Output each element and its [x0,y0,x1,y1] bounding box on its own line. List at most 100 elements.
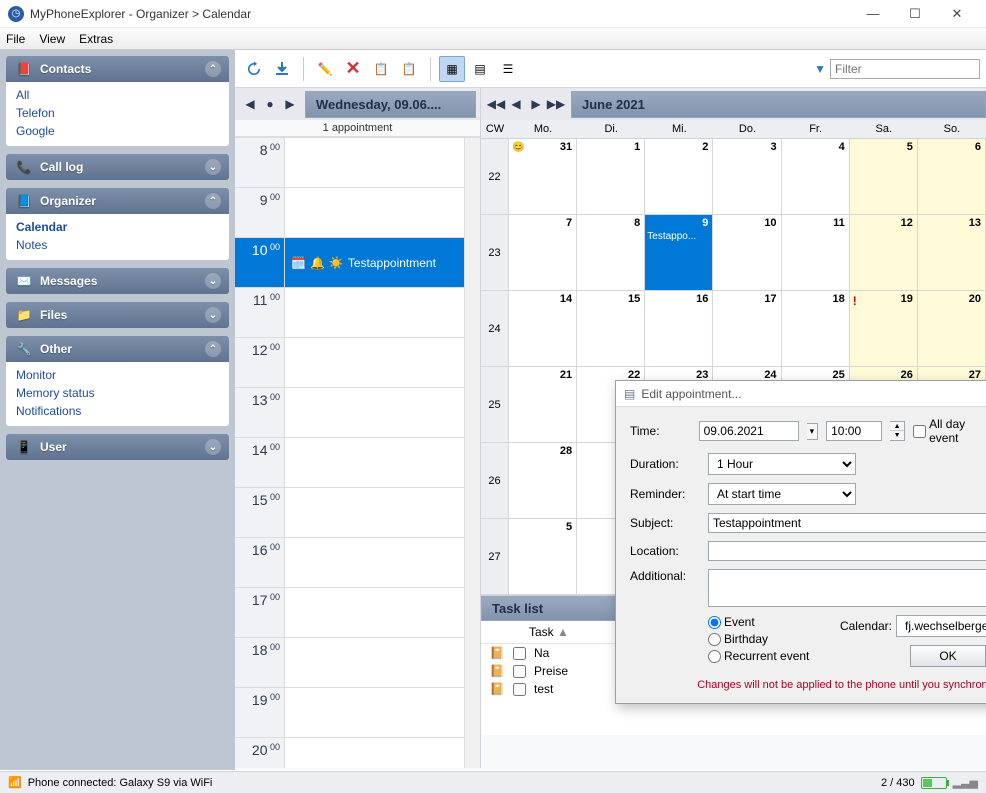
new-task-button[interactable]: 📋 [396,56,422,82]
sidebar-item-telefon[interactable]: Telefon [16,104,219,122]
messages-icon: ✉️ [14,272,34,290]
month-day[interactable]: 9Testappo... [645,215,713,291]
day-view-button[interactable]: ▦ [439,56,465,82]
time-input[interactable] [826,421,882,441]
month-day[interactable]: 18 [782,291,850,367]
last-month-button[interactable]: ▶▶ [547,95,565,113]
radio-birthday[interactable]: Birthday [708,632,809,646]
chevron-down-icon: ⌄ [205,307,221,323]
radio-recurrent[interactable]: Recurrent event [708,649,809,663]
sync-warning: Changes will not be applied to the phone… [630,675,986,697]
duration-select[interactable]: 1 Hour [708,453,856,475]
month-day[interactable]: 5 [509,519,577,595]
day-appointment[interactable]: 🗓️🔔☀️ Testappointment [285,238,480,287]
reminder-select[interactable]: At start time [708,483,856,505]
date-input[interactable] [699,421,799,441]
signal-icon: ▂▃▅ [953,776,978,789]
allday-checkbox[interactable]: All day event [913,417,986,445]
prev-month-button[interactable]: ◀ [507,95,525,113]
sidebar-files-header[interactable]: 📁Files⌄ [6,302,229,328]
battery-icon [921,777,947,789]
app-icon: ◷ [8,6,24,22]
day-title: Wednesday, 09.06.... [305,91,476,118]
prev-day-button[interactable]: ◀ [241,95,259,113]
subject-input[interactable] [708,513,986,533]
menu-file[interactable]: File [6,32,25,46]
month-day[interactable]: 19! [850,291,918,367]
maximize-button[interactable]: ☐ [894,1,936,27]
organizer-icon: 📘 [14,192,34,210]
month-day[interactable]: 16 [645,291,713,367]
next-month-button[interactable]: ▶ [527,95,545,113]
label-time: Time: [630,424,691,438]
new-event-button[interactable]: 📋 [368,56,394,82]
location-input[interactable] [708,541,986,561]
month-day[interactable]: 17 [713,291,781,367]
first-month-button[interactable]: ◀◀ [487,95,505,113]
calendar-select[interactable]: fj.wechselberger@gmail [896,615,986,637]
month-day[interactable]: 31😊 [509,139,577,215]
month-view-button[interactable]: ☰ [495,56,521,82]
menu-extras[interactable]: Extras [79,32,113,46]
calllog-icon: 📞 [14,158,34,176]
close-button[interactable]: ✕ [936,1,978,27]
sidebar-other-header[interactable]: 🔧Other⌃ [6,336,229,362]
filter-icon: ▼ [814,62,826,76]
month-day[interactable]: 21 [509,367,577,443]
sidebar-item-all[interactable]: All [16,86,219,104]
month-day[interactable]: 4 [782,139,850,215]
menu-view[interactable]: View [39,32,65,46]
radio-event[interactable]: Event [708,615,809,629]
edit-button[interactable]: ✏️ [312,56,338,82]
ok-button[interactable]: OK [910,645,986,667]
other-icon: 🔧 [14,340,34,358]
month-day[interactable]: 13 [918,215,986,291]
time-spinner[interactable]: ▲▼ [890,421,905,441]
filter-input[interactable] [830,59,980,79]
task-checkbox[interactable] [513,665,526,678]
status-text: Phone connected: Galaxy S9 via WiFi [28,777,213,789]
download-button[interactable] [269,56,295,82]
minimize-button[interactable]: — [852,1,894,27]
month-day[interactable]: 2 [645,139,713,215]
delete-button[interactable]: ✕ [340,56,366,82]
sync-button[interactable] [241,56,267,82]
task-icon: 📔 [489,682,505,696]
month-day[interactable]: 8 [577,215,645,291]
month-day[interactable]: 15 [577,291,645,367]
today-button[interactable]: ● [261,95,279,113]
sidebar-contacts-header[interactable]: 📕Contacts⌃ [6,56,229,82]
sidebar-item-notes[interactable]: Notes [16,236,219,254]
chevron-up-icon: ⌃ [205,193,221,209]
month-day[interactable]: 6 [918,139,986,215]
month-day[interactable]: 1 [577,139,645,215]
task-col-task[interactable]: Task [529,625,554,639]
sidebar-messages-header[interactable]: ✉️Messages⌄ [6,268,229,294]
sidebar-user-header[interactable]: 📱User⌄ [6,434,229,460]
month-day[interactable]: 3 [713,139,781,215]
sidebar-calllog-header[interactable]: 📞Call log⌄ [6,154,229,180]
task-checkbox[interactable] [513,683,526,696]
sidebar-organizer-header[interactable]: 📘Organizer⌃ [6,188,229,214]
month-day[interactable]: 7 [509,215,577,291]
month-day[interactable]: 12 [850,215,918,291]
sidebar-item-google[interactable]: Google [16,122,219,140]
day-scrollbar[interactable] [464,138,480,768]
menu-bar: File View Extras [0,28,986,50]
next-day-button[interactable]: ▶ [281,95,299,113]
date-dropdown-icon[interactable]: ▾ [807,423,819,440]
month-day[interactable]: 20 [918,291,986,367]
sidebar-item-calendar[interactable]: Calendar [16,218,219,236]
additional-input[interactable] [708,569,986,607]
dialog-title: Edit appointment... [641,387,741,401]
sidebar-item-memory[interactable]: Memory status [16,384,219,402]
week-view-button[interactable]: ▤ [467,56,493,82]
month-day[interactable]: 10 [713,215,781,291]
sidebar-item-monitor[interactable]: Monitor [16,366,219,384]
month-day[interactable]: 14 [509,291,577,367]
month-day[interactable]: 28 [509,443,577,519]
task-checkbox[interactable] [513,647,526,660]
month-day[interactable]: 5 [850,139,918,215]
month-day[interactable]: 11 [782,215,850,291]
sidebar-item-notifications[interactable]: Notifications [16,402,219,420]
